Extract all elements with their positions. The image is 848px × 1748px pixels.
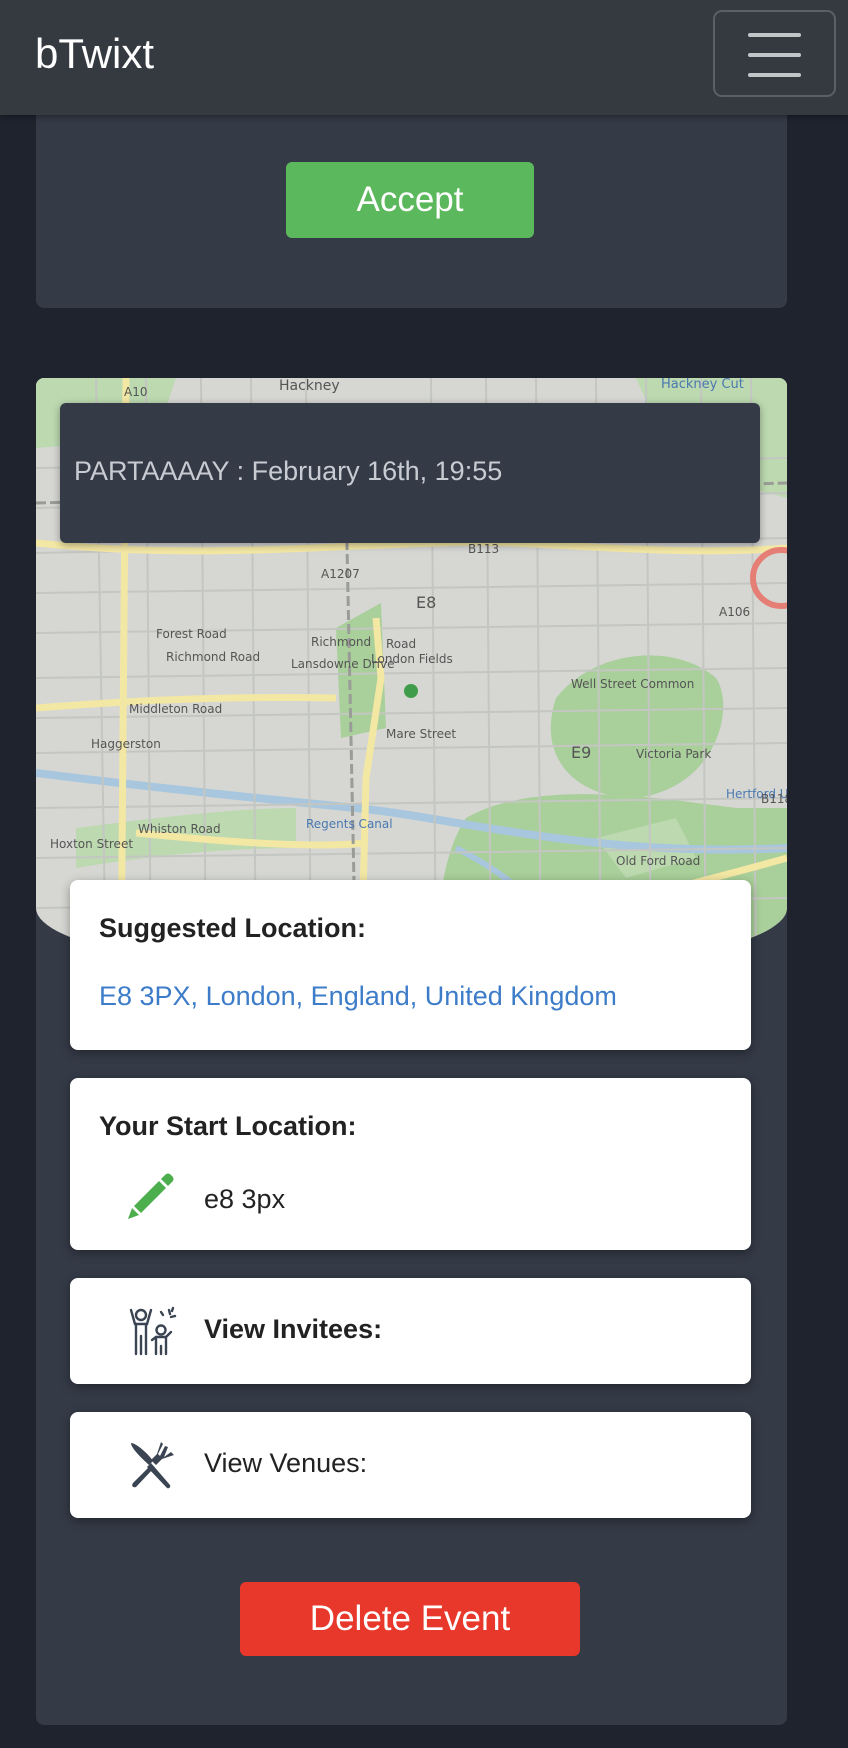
accept-button[interactable]: Accept <box>286 162 534 238</box>
map-label: Hackney Cut <box>661 378 744 392</box>
navbar: bTwixt <box>0 0 848 115</box>
pencil-icon[interactable] <box>125 1170 177 1227</box>
map-label: Hackney <box>279 378 340 394</box>
map-label: Richmond Road <box>166 650 260 664</box>
start-location-value: e8 3px <box>204 1184 286 1214</box>
map-label: Haggerston <box>91 737 161 751</box>
delete-event-button[interactable]: Delete Event <box>240 1582 580 1656</box>
map-label: Mare Street <box>386 727 456 741</box>
event-title: PARTAAAAY : February 16th, 19:55 <box>74 456 503 486</box>
start-location-panel: Your Start Location: e8 3px <box>70 1078 751 1250</box>
map-label: E8 <box>416 593 436 612</box>
map-label: Victoria Park <box>636 747 711 761</box>
event-title-box: PARTAAAAY : February 16th, 19:55 <box>60 403 760 543</box>
map-label: B113 <box>468 542 499 556</box>
map-label: Well Street Common <box>571 677 694 691</box>
party-people-icon <box>125 1306 179 1363</box>
map-label: Regents Canal <box>306 817 393 831</box>
map-label: Middleton Road <box>129 702 222 716</box>
hamburger-icon-bar <box>748 73 801 77</box>
menu-toggle-button[interactable] <box>713 10 836 97</box>
map-label: A106 <box>719 605 750 619</box>
map-label: Hoxton Street <box>50 837 133 851</box>
suggested-location-heading: Suggested Location: <box>99 913 367 943</box>
hamburger-icon-bar <box>748 53 801 57</box>
utensils-icon <box>125 1439 177 1496</box>
start-location-heading: Your Start Location: <box>99 1111 357 1141</box>
map-label: A10 <box>124 385 147 399</box>
suggested-location-panel: Suggested Location: E8 3PX, London, Engl… <box>70 880 751 1050</box>
map-label: Road <box>386 637 416 651</box>
brand-logo[interactable]: bTwixt <box>35 30 154 78</box>
view-venues-panel[interactable]: View Venues: <box>70 1412 751 1518</box>
map-label: Whiston Road <box>138 822 221 836</box>
suggested-location-link[interactable]: E8 3PX, London, England, United Kingdom <box>99 981 617 1012</box>
hamburger-icon <box>748 33 801 37</box>
map-label: A1207 <box>321 567 360 581</box>
map-label: Forest Road <box>156 627 227 641</box>
map-label: B118 <box>761 792 787 806</box>
view-invitees-panel[interactable]: View Invitees: <box>70 1278 751 1384</box>
map-label: Old Ford Road <box>616 854 700 868</box>
map-label: Lansdowne Drive <box>291 657 394 671</box>
map-label: Richmond <box>311 635 371 649</box>
view-invitees-label: View Invitees: <box>204 1314 383 1344</box>
event-card: HackneyHackney CutDalston JunctionHackne… <box>36 378 787 1725</box>
map-label: E9 <box>571 743 591 762</box>
view-venues-label: View Venues: <box>204 1448 368 1478</box>
